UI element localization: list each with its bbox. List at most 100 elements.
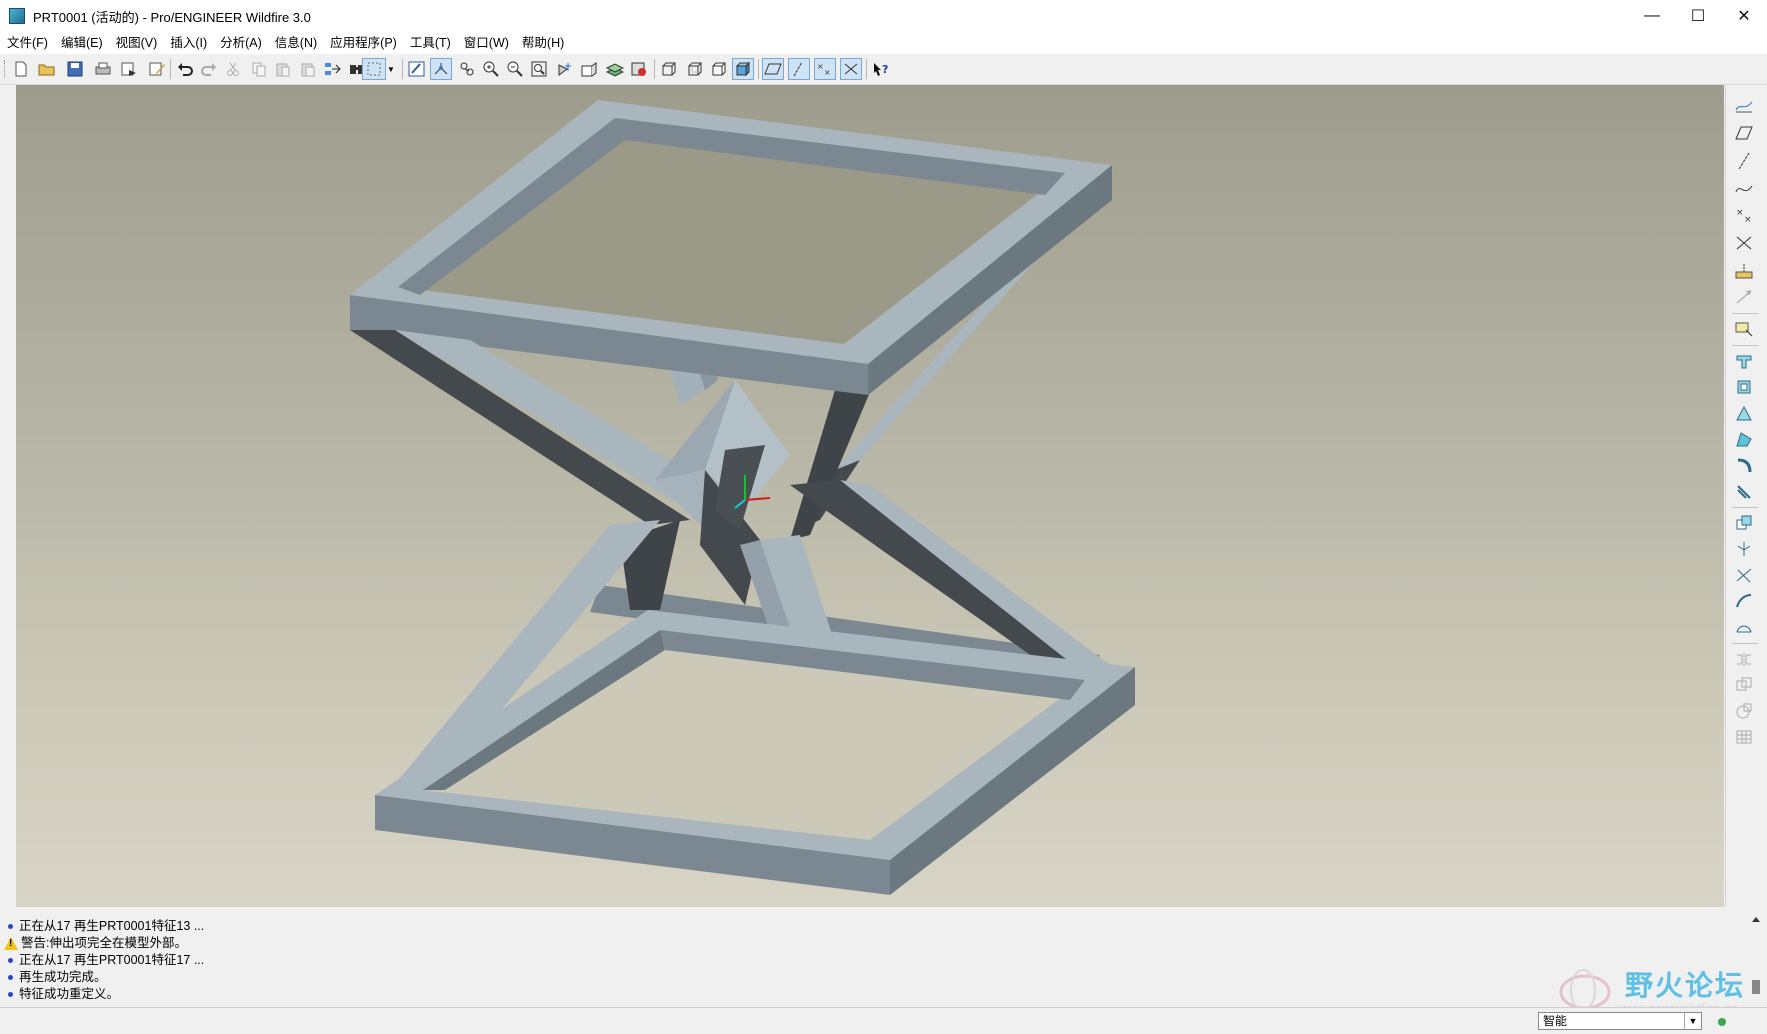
info-bullet-icon [8,992,13,997]
model-tree-collapsed-strip[interactable] [0,85,17,907]
warning-icon: ! [4,937,18,950]
coord-sys-icon[interactable] [840,58,862,80]
zoom-out-icon[interactable] [504,58,526,80]
main-toolbar: ▼ × × ? [0,54,1767,85]
menu-file[interactable]: 文件(F) [0,32,54,54]
chevron-down-icon[interactable]: ▼ [1684,1013,1701,1029]
shading-icon[interactable] [732,58,754,80]
info-bullet-icon [8,958,13,963]
hole-icon[interactable] [1732,453,1756,477]
offset-icon[interactable] [1732,699,1756,723]
message-text: 再生成功完成。 [19,970,107,984]
selection-filter-icon[interactable] [362,58,386,80]
rib-icon[interactable] [1732,511,1756,535]
mirror-icon[interactable] [1732,615,1756,639]
selection-filter-select[interactable]: 智能 ▼ [1538,1012,1702,1030]
datum-plane-icon[interactable] [1732,121,1756,145]
message-text: 正在从17 再生PRT0001特征13 ... [19,919,205,933]
menu-tools[interactable]: 工具(T) [403,32,457,54]
svg-text:×: × [1736,208,1744,218]
regenerate-icon[interactable] [322,58,344,80]
revolve-icon[interactable] [1732,375,1756,399]
datum-axis-icon[interactable] [1732,149,1756,173]
copy-icon[interactable] [248,58,270,80]
redo-icon[interactable] [198,58,220,80]
menu-window[interactable]: 窗口(W) [457,32,515,54]
message-text: 正在从17 再生PRT0001特征17 ... [19,953,205,967]
menu-edit[interactable]: 编辑(E) [54,32,109,54]
open-icon[interactable] [36,58,58,80]
repaint-icon[interactable] [406,58,428,80]
status-light-icon [1718,1018,1726,1026]
appearance-icon[interactable] [628,58,650,80]
graphics-window[interactable] [16,85,1724,907]
svg-text:×: × [817,62,824,71]
extrude-icon[interactable] [1732,349,1756,373]
no-hidden-icon[interactable] [708,58,730,80]
selection-filter-value: 智能 [1543,1014,1568,1028]
merge-icon[interactable] [1732,647,1756,671]
message-line: 特征成功重定义。 [4,986,119,1003]
cut-icon[interactable] [222,58,244,80]
view-manager-icon[interactable] [578,58,600,80]
round-icon[interactable] [1732,563,1756,587]
status-bar: 智能 ▼ [0,1007,1767,1034]
close-button[interactable]: ✕ [1721,0,1767,32]
menu-help[interactable]: 帮助(H) [515,32,570,54]
info-bullet-icon [8,924,13,929]
shell-icon[interactable] [1732,479,1756,503]
menu-analysis[interactable]: 分析(A) [213,32,268,54]
layers-icon[interactable] [604,58,626,80]
print-icon[interactable] [92,58,114,80]
message-line: 正在从17 再生PRT0001特征13 ... [4,918,204,935]
spin-center-icon[interactable] [430,58,452,80]
new-icon[interactable] [10,58,32,80]
datum-points-icon[interactable]: × × [814,58,836,80]
save-icon[interactable] [64,58,86,80]
thicken-icon[interactable] [1732,725,1756,749]
menu-applications[interactable]: 应用程序(P) [323,32,403,54]
wireframe-icon[interactable] [658,58,680,80]
draft-icon[interactable] [1732,537,1756,561]
datum-curve-icon[interactable] [1732,175,1756,199]
annotation-icon[interactable] [1732,285,1756,309]
refit-icon[interactable] [528,58,550,80]
analysis-icon[interactable] [1732,259,1756,283]
message-line: ! 警告:伸出项完全在模型外部。 [4,935,187,952]
trim-icon[interactable] [1732,673,1756,697]
paste-special-icon[interactable] [297,58,319,80]
orient-icon[interactable] [456,58,478,80]
send-icon[interactable] [118,58,140,80]
toolbar-grip[interactable] [4,60,8,78]
edit-icon[interactable] [146,58,168,80]
svg-text:?: ? [882,63,888,76]
variable-section-sweep-icon[interactable] [1732,401,1756,425]
paste-icon[interactable] [272,58,294,80]
datum-planes-icon[interactable] [762,58,784,80]
zoom-in-icon[interactable] [480,58,502,80]
menu-info[interactable]: 信息(N) [268,32,323,54]
menu-insert[interactable]: 插入(I) [163,32,213,54]
hidden-line-icon[interactable] [684,58,706,80]
context-help-icon[interactable]: ? [870,58,892,80]
model-render [350,100,1135,895]
info-bullet-icon [8,975,13,980]
undo-icon[interactable] [174,58,196,80]
reorient-icon[interactable] [554,58,576,80]
app-icon [9,8,25,24]
feature-toolbar: × × [1725,85,1767,907]
datum-axes-icon[interactable] [788,58,810,80]
sketch-tool-icon[interactable] [1732,93,1756,117]
maximize-button[interactable]: ☐ [1675,0,1721,32]
coord-system-icon[interactable] [1732,231,1756,255]
window-controls: — ☐ ✕ [1629,0,1767,32]
watermark-text: 野火论坛 [1625,970,1746,1001]
selection-filter-dropdown-icon[interactable]: ▼ [386,58,396,80]
datum-point-icon[interactable]: × × [1732,203,1756,227]
minimize-button[interactable]: — [1629,0,1675,32]
message-line: 再生成功完成。 [4,969,107,986]
sketch-placement-icon[interactable] [1732,317,1756,341]
chamfer-icon[interactable] [1732,589,1756,613]
menu-view[interactable]: 视图(V) [109,32,164,54]
boundary-blend-icon[interactable] [1732,427,1756,451]
